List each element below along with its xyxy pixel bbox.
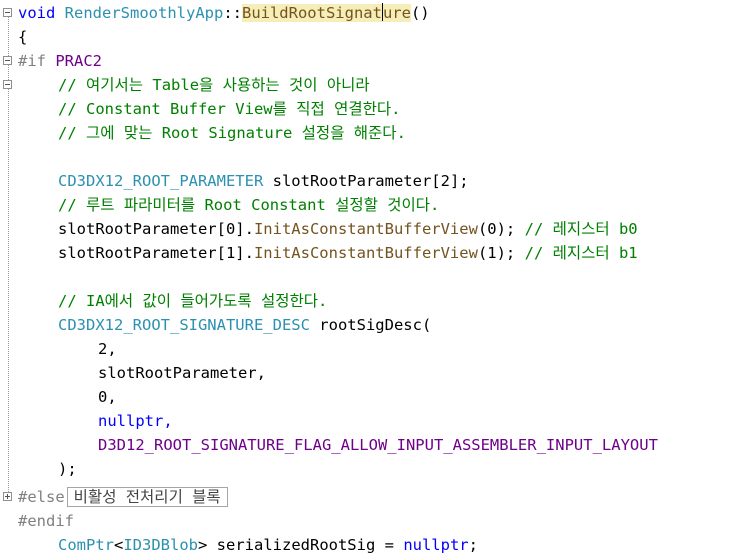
class-name: RenderSmoothlyApp xyxy=(64,4,224,22)
collapse-function-icon[interactable] xyxy=(3,8,12,17)
function-name-highlighted: BuildRootSignature xyxy=(241,3,411,22)
parens: () xyxy=(410,4,430,22)
type-name: CD3DX12_ROOT_SIGNATURE_DESC xyxy=(58,316,310,334)
code-line-20[interactable]: ); xyxy=(58,457,77,481)
keyword-nullptr: nullptr xyxy=(403,536,469,554)
collapse-comment-icon[interactable] xyxy=(3,80,12,89)
code-line-21[interactable]: #else 비활성 전처리기 블록 xyxy=(18,485,228,509)
constructor-call: rootSigDesc( xyxy=(309,316,432,334)
function-name-part: ure xyxy=(382,4,411,22)
code-line-15[interactable]: 2, xyxy=(98,337,117,361)
code-line-23[interactable]: ComPtr<ID3DBlob> serializedRootSig = nul… xyxy=(58,533,478,557)
keyword-void: void xyxy=(18,4,56,22)
arguments: (1); xyxy=(477,244,525,262)
code-line-14[interactable]: CD3DX12_ROOT_SIGNATURE_DESC rootSigDesc( xyxy=(58,313,431,337)
inline-comment: // 레지스터 b0 xyxy=(524,220,638,238)
arguments: (0); xyxy=(477,220,525,238)
code-line-9[interactable]: // 루트 파라미터를 Root Constant 설정할 것이다. xyxy=(58,193,439,217)
macro-name: PRAC2 xyxy=(55,52,103,70)
code-line-1[interactable]: void RenderSmoothlyApp::BuildRootSignatu… xyxy=(18,1,430,25)
declaration: > serializedRootSig = xyxy=(198,536,404,554)
code-editor[interactable]: void RenderSmoothlyApp::BuildRootSignatu… xyxy=(0,0,745,554)
preprocessor-if: #if xyxy=(18,52,46,70)
code-line-22[interactable]: #endif xyxy=(18,509,74,533)
collapse-if-block-icon[interactable] xyxy=(3,56,12,65)
code-line-18[interactable]: nullptr, xyxy=(98,409,173,433)
preprocessor-else: #else xyxy=(18,488,65,506)
template-arg: ID3DBlob xyxy=(123,536,198,554)
method-name: InitAsConstantBufferView xyxy=(253,220,478,238)
collapsed-region-label[interactable]: 비활성 전처리기 블록 xyxy=(66,487,228,507)
fold-gutter xyxy=(0,0,16,553)
code-line-6[interactable]: // 그에 맞는 Root Signature 설정을 해준다. xyxy=(58,121,406,145)
preprocessor-endif: #endif xyxy=(18,512,74,530)
code-line-17[interactable]: 0, xyxy=(98,385,117,409)
declaration: slotRootParameter[2]; xyxy=(263,172,469,190)
code-line-3[interactable]: #if PRAC2 xyxy=(18,49,102,73)
code-line-2[interactable]: { xyxy=(18,25,27,49)
variable: slotRootParameter[1]. xyxy=(58,244,254,262)
scope-operator: :: xyxy=(223,4,242,22)
code-line-13[interactable]: // IA에서 값이 들어가도록 설정한다. xyxy=(58,289,327,313)
semicolon: ; xyxy=(468,536,478,554)
type-name: CD3DX12_ROOT_PARAMETER xyxy=(58,172,264,190)
function-name-part: BuildRootSignat xyxy=(241,4,382,22)
code-line-10[interactable]: slotRootParameter[0].InitAsConstantBuffe… xyxy=(58,217,638,241)
code-line-8[interactable]: CD3DX12_ROOT_PARAMETER slotRootParameter… xyxy=(58,169,469,193)
inline-comment: // 레지스터 b1 xyxy=(524,244,638,262)
code-line-19[interactable]: D3D12_ROOT_SIGNATURE_FLAG_ALLOW_INPUT_AS… xyxy=(98,433,658,457)
code-line-16[interactable]: slotRootParameter, xyxy=(98,361,266,385)
variable: slotRootParameter[0]. xyxy=(58,220,254,238)
code-line-11[interactable]: slotRootParameter[1].InitAsConstantBuffe… xyxy=(58,241,638,265)
code-line-4[interactable]: // 여기서는 Table을 사용하는 것이 아니라 xyxy=(58,73,370,97)
open-brace: { xyxy=(18,28,28,46)
expand-else-block-icon[interactable] xyxy=(3,492,12,501)
code-line-5[interactable]: // Constant Buffer View를 직접 연결한다. xyxy=(58,97,400,121)
method-name: InitAsConstantBufferView xyxy=(253,244,478,262)
template-open: < xyxy=(114,536,124,554)
type-name: ComPtr xyxy=(58,536,114,554)
